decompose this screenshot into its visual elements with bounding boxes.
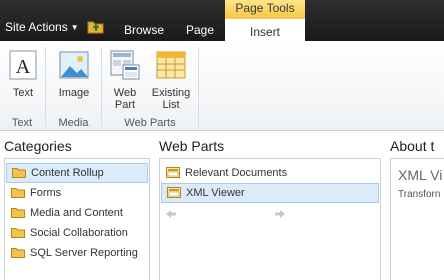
tab-page[interactable]: Page [186, 23, 214, 37]
ribbon-separator [101, 47, 102, 127]
category-label: Social Collaboration [30, 227, 128, 239]
text-icon: A [9, 50, 37, 80]
insert-image-label: Image [58, 87, 90, 99]
page-tools-context-label: Page Tools [225, 0, 305, 17]
scroll-right-arrow-icon[interactable] [274, 209, 286, 219]
chevron-down-icon: ▼ [70, 23, 79, 32]
category-item[interactable]: Media and Content [6, 203, 148, 223]
insert-text-label: Text [12, 87, 34, 99]
category-label: Media and Content [30, 207, 123, 219]
category-label: SQL Server Reporting [30, 247, 138, 259]
category-item[interactable]: SQL Server Reporting [6, 243, 148, 263]
web-part-icon [110, 50, 140, 80]
folder-icon [11, 248, 25, 258]
ribbon-group-web-parts: Web Parts [124, 117, 176, 129]
about-panel: XML Vi Transforn [390, 158, 444, 280]
web-part-picker: Categories Content Rollup Forms Media an… [0, 131, 444, 280]
web-parts-title: Web Parts [159, 138, 225, 154]
folder-icon [11, 208, 25, 218]
insert-existing-list-button[interactable]: Existing List [149, 49, 193, 111]
tab-browse[interactable]: Browse [124, 23, 164, 37]
web-part-item[interactable]: Relevant Documents [161, 163, 379, 183]
web-part-item-icon [167, 187, 181, 198]
about-title: About t [390, 138, 435, 154]
web-part-item[interactable]: XML Viewer [161, 183, 379, 203]
about-part-name: XML Vi [398, 167, 443, 183]
ribbon: A Text Image Web Part Existing List Text… [0, 41, 444, 131]
scroll-left-arrow-icon[interactable] [165, 209, 177, 219]
insert-text-button[interactable]: A Text [6, 49, 40, 99]
existing-list-label-line2: List [162, 99, 180, 111]
folder-icon [12, 168, 26, 178]
category-item[interactable]: Forms [6, 183, 148, 203]
category-label: Content Rollup [31, 167, 104, 179]
insert-web-part-button[interactable]: Web Part [108, 49, 142, 111]
web-part-item-label: Relevant Documents [185, 167, 288, 179]
image-icon [59, 51, 89, 79]
tab-insert[interactable]: Insert [225, 17, 305, 42]
about-description: Transforn [398, 189, 441, 200]
web-part-item-icon [166, 167, 180, 178]
web-part-label-line2: Part [114, 99, 136, 111]
svg-text:A: A [16, 56, 31, 78]
ribbon-separator [198, 47, 199, 127]
folder-icon [11, 188, 25, 198]
category-label: Forms [30, 187, 62, 199]
web-part-item-label: XML Viewer [186, 187, 245, 199]
ribbon-group-media: Media [58, 117, 89, 129]
navigate-up-folder-icon[interactable] [87, 18, 105, 34]
existing-list-label-line1: Existing [151, 87, 191, 99]
web-part-label-line1: Web [113, 87, 137, 99]
existing-list-icon [156, 51, 186, 79]
category-item[interactable]: Social Collaboration [6, 223, 148, 243]
ribbon-separator [45, 47, 46, 127]
category-item[interactable]: Content Rollup [6, 163, 148, 183]
categories-title: Categories [4, 138, 72, 154]
top-bar: Site Actions ▼ Browse Page Page Tools Ins… [0, 0, 444, 42]
site-actions-label: Site Actions [5, 20, 68, 34]
insert-image-button[interactable]: Image [55, 49, 93, 99]
site-actions-menu[interactable]: Site Actions ▼ [5, 20, 79, 34]
ribbon-group-text: Text [11, 117, 33, 129]
folder-icon [11, 228, 25, 238]
